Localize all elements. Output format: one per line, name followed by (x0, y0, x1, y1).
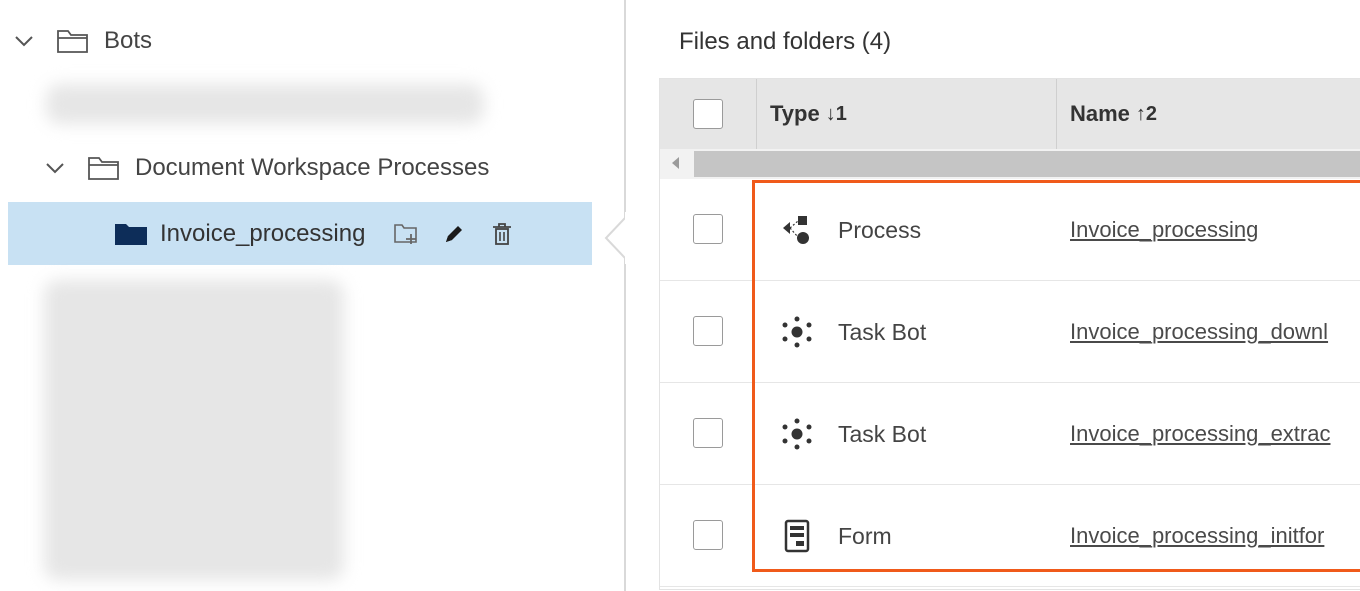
tree-item-invoice-processing[interactable]: Invoice_processing (8, 202, 592, 265)
edit-icon[interactable] (441, 221, 467, 247)
redacted-item (46, 84, 484, 124)
chevron-down-icon[interactable] (43, 156, 67, 180)
new-folder-icon[interactable] (393, 221, 419, 247)
column-header-name[interactable]: Name ↑2 (1070, 79, 1157, 149)
column-label: Type (770, 101, 820, 126)
tree-item-label: Document Workspace Processes (135, 154, 490, 181)
tree-item-actions (393, 221, 515, 247)
files-header: Files and folders (4) (679, 28, 891, 56)
files-title: Files and folders (679, 28, 856, 55)
tree-item-label: Invoice_processing (160, 219, 366, 247)
scrollbar-thumb[interactable] (694, 151, 1360, 177)
panel-divider (624, 0, 626, 591)
sort-indicator: ↑2 (1135, 102, 1158, 125)
folder-filled-icon (114, 221, 148, 247)
column-label: Name (1070, 101, 1130, 126)
delete-icon[interactable] (489, 221, 515, 247)
row-checkbox[interactable] (693, 214, 723, 244)
redacted-items (44, 280, 344, 580)
column-divider (1056, 79, 1057, 149)
column-divider (756, 79, 757, 149)
row-checkbox[interactable] (693, 316, 723, 346)
table-header: Type ↓1 Name ↑2 (660, 79, 1360, 149)
folder-open-icon (87, 155, 121, 181)
sort-indicator: ↓1 (825, 102, 847, 125)
row-checkbox[interactable] (693, 520, 723, 550)
chevron-down-icon[interactable] (12, 29, 36, 53)
folder-open-icon (56, 28, 90, 54)
selection-callout (604, 212, 646, 264)
tree-item-label: Bots (104, 27, 153, 54)
folder-tree: Bots Document Workspace Processes Invoic… (0, 0, 622, 591)
horizontal-scrollbar[interactable] (660, 149, 1360, 179)
column-header-type[interactable]: Type ↓1 (770, 79, 847, 149)
highlight-box (752, 180, 1360, 572)
tree-item-bots[interactable]: Bots (12, 26, 152, 56)
files-count: (4) (861, 28, 892, 55)
scroll-left-icon[interactable] (672, 157, 679, 169)
tree-item-document-workspace-processes[interactable]: Document Workspace Processes (43, 153, 489, 183)
row-checkbox[interactable] (693, 418, 723, 448)
select-all-checkbox[interactable] (693, 99, 723, 129)
